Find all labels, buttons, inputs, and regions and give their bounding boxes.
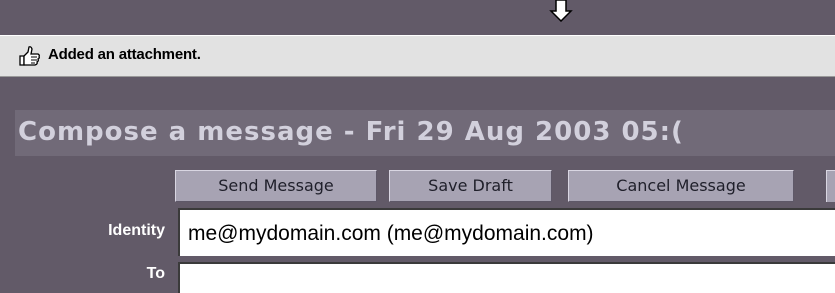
notice-message: Added an attachment.: [48, 46, 201, 63]
compose-title-bar: Compose a message - Fri 29 Aug 2003 05:(: [15, 110, 835, 156]
identity-label: Identity: [108, 222, 165, 239]
identity-select[interactable]: me@mydomain.com (me@mydomain.com): [178, 208, 835, 256]
toolbar-next-button-edge[interactable]: [826, 170, 835, 202]
page-title: Compose a message - Fri 29 Aug 2003 05:(: [18, 117, 684, 147]
identity-value: me@mydomain.com (me@mydomain.com): [188, 222, 594, 245]
cancel-message-button[interactable]: Cancel Message: [568, 170, 794, 202]
save-draft-button[interactable]: Save Draft: [389, 170, 552, 202]
to-field-container[interactable]: [178, 262, 835, 293]
compose-page: Added an attachment. Compose a message -…: [0, 0, 835, 293]
to-label: To: [146, 265, 165, 282]
thumbs-up-icon: [19, 46, 40, 66]
down-arrow-icon: [549, 0, 573, 22]
status-notice-bar: Added an attachment.: [0, 35, 835, 77]
send-message-button[interactable]: Send Message: [175, 170, 377, 202]
to-input[interactable]: [184, 268, 828, 293]
